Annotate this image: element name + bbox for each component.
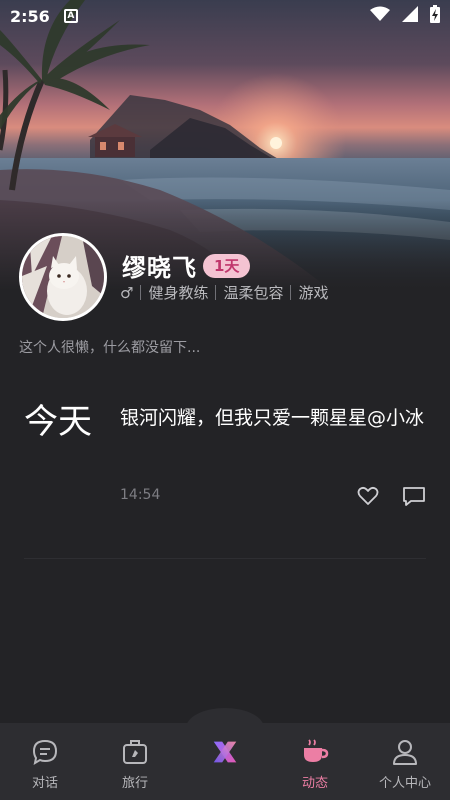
person-icon (389, 736, 421, 768)
app-logo-icon (209, 736, 241, 768)
wifi-icon (370, 6, 390, 26)
tag-item: 温柔包容 (223, 284, 284, 302)
comment-icon[interactable] (401, 484, 427, 508)
nav-label: 对话 (31, 776, 58, 791)
male-gender-icon: ♂ (120, 283, 134, 302)
profile-tags: ♂ 健身教练 温柔包容 游戏 (120, 282, 329, 303)
post-date-label: 今天 (24, 402, 92, 442)
nav-item-home[interactable] (180, 723, 270, 800)
chat-bubble-icon (29, 736, 61, 768)
nav-item-moments[interactable]: 动态 (270, 723, 360, 800)
tag-divider (140, 285, 142, 300)
post-divider (24, 558, 426, 559)
notification-icon: A (63, 9, 78, 23)
profile-name-row: 缪晓飞 1天 (122, 248, 251, 283)
coffee-cup-icon (299, 736, 331, 768)
tag-divider (290, 285, 292, 300)
profile-avatar[interactable] (19, 233, 107, 321)
status-time: 2:56 (10, 6, 50, 26)
nav-item-chat[interactable]: 对话 (0, 723, 90, 800)
nav-label: 动态 (301, 776, 328, 791)
tag-item: 游戏 (298, 284, 329, 302)
status-bar: 2:56 A (0, 0, 450, 32)
nav-item-travel[interactable]: 旅行 (90, 723, 180, 800)
luggage-icon (119, 736, 151, 768)
signal-icon (402, 6, 418, 26)
days-badge: 1天 (203, 253, 251, 278)
battery-icon (430, 5, 440, 27)
profile-name: 缪晓飞 (122, 254, 197, 282)
profile-bio: 这个人很懒，什么都没留下... (19, 340, 201, 356)
nav-label: 个人中心 (378, 776, 431, 791)
tag-divider (215, 285, 217, 300)
nav-label: 旅行 (121, 776, 148, 791)
like-icon[interactable] (356, 484, 380, 508)
tag-item: 健身教练 (148, 284, 209, 302)
post-text: 银河闪耀，但我只爱一颗星星@小冰 (120, 407, 425, 429)
post-time: 14:54 (120, 487, 161, 503)
nav-item-profile[interactable]: 个人中心 (360, 723, 450, 800)
